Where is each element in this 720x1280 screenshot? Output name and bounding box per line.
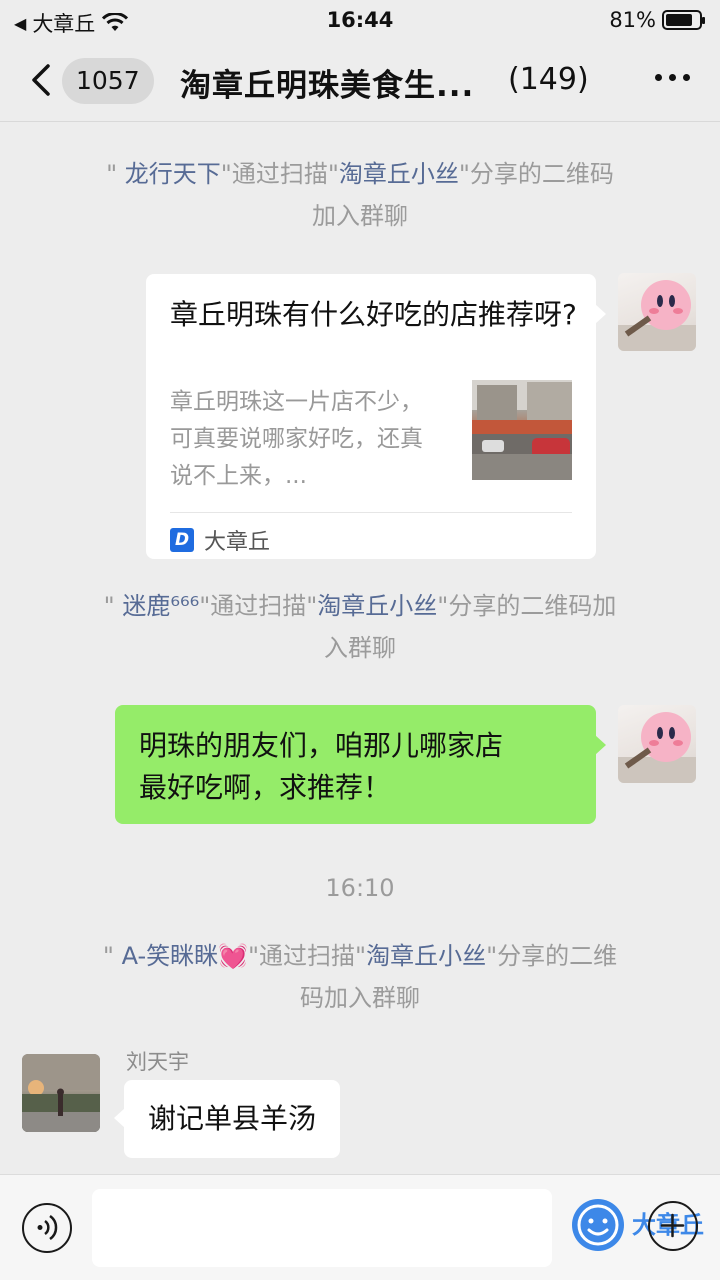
- my-avatar[interactable]: [618, 705, 696, 783]
- message-line: 明珠的朋友们，咱那儿哪家店: [139, 729, 504, 762]
- system-join-message: " A-笑眯眯💓"通过扫描"淘章丘小丝"分享的二维 码加入群聊: [40, 935, 680, 1019]
- battery-percent: 81%: [609, 8, 656, 32]
- join-text: "通过扫描": [248, 942, 367, 970]
- back-arrow-icon[interactable]: [22, 60, 62, 100]
- quote: ": [103, 592, 115, 620]
- card-title: 章丘明珠有什么好吃的店推荐呀?: [170, 298, 577, 331]
- join-text-line2: 码加入群聊: [300, 984, 420, 1012]
- kirby-avatar-icon: [618, 280, 696, 351]
- voice-icon[interactable]: [22, 1203, 72, 1253]
- member-name-link[interactable]: 龙行天下: [125, 160, 221, 188]
- status-battery-group: 81%: [609, 8, 705, 32]
- system-join-message: " 龙行天下"通过扫描"淘章丘小丝"分享的二维码 加入群聊: [40, 153, 680, 237]
- street-photo-icon: [472, 380, 572, 480]
- join-text-line2: 入群聊: [324, 634, 396, 662]
- incoming-message-bubble[interactable]: 谢记单县羊汤: [113, 1080, 341, 1158]
- qr-owner-link[interactable]: 淘章丘小丝: [317, 592, 437, 620]
- card-thumbnail: [472, 380, 572, 480]
- qr-owner-link[interactable]: 淘章丘小丝: [366, 942, 486, 970]
- voice-wave-icon: [37, 1214, 58, 1241]
- member-name-link[interactable]: A-笑眯眯💓: [122, 942, 248, 970]
- article-card[interactable]: 章丘明珠有什么好吃的店推荐呀? 章丘明珠这一片店不少，可真要说哪家好吃，还真说不…: [146, 274, 606, 559]
- park-photo-icon: [22, 1054, 100, 1132]
- emoji-icon[interactable]: [572, 1199, 624, 1251]
- join-text-tail: "分享的二维: [486, 942, 618, 970]
- sender-name: 刘天宇: [126, 1050, 189, 1074]
- join-text-line2: 加入群聊: [312, 202, 408, 230]
- card-description: 章丘明珠这一片店不少，可真要说哪家好吃，还真说不上来，...: [170, 389, 423, 489]
- more-icon[interactable]: [655, 74, 690, 81]
- input-bar: 大章丘: [0, 1174, 720, 1280]
- quote: ": [102, 942, 114, 970]
- card-source-name: 大章丘: [204, 530, 271, 555]
- card-divider: [170, 512, 572, 513]
- smile-face-icon: [577, 1204, 619, 1246]
- kirby-avatar-icon: [618, 712, 696, 783]
- join-text-tail: "分享的二维码: [458, 160, 614, 188]
- qr-owner-link[interactable]: 淘章丘小丝: [339, 160, 459, 188]
- quote: ": [106, 160, 118, 188]
- plus-sign-icon: [660, 1213, 685, 1238]
- join-text: "通过扫描": [199, 592, 318, 620]
- chat-header: 1057 淘章丘明珠美食生... (149): [0, 40, 720, 122]
- message-timestamp: 16:10: [325, 874, 395, 902]
- plus-icon[interactable]: [648, 1201, 698, 1251]
- system-join-message: " 迷鹿⁶⁶⁶"通过扫描"淘章丘小丝"分享的二维码加 入群聊: [40, 585, 680, 669]
- join-text-tail: "分享的二维码加: [437, 592, 617, 620]
- join-text: "通过扫描": [220, 160, 339, 188]
- unread-count-badge[interactable]: 1057: [62, 58, 154, 104]
- battery-fill: [666, 14, 692, 26]
- my-avatar[interactable]: [618, 273, 696, 351]
- message-line: 最好吃啊，求推荐！: [139, 771, 392, 804]
- battery-icon: [662, 10, 705, 30]
- message-input[interactable]: [92, 1189, 552, 1267]
- card-source: D 大章丘: [170, 524, 270, 556]
- member-name-link[interactable]: 迷鹿⁶⁶⁶: [122, 592, 199, 620]
- sender-avatar[interactable]: [22, 1054, 100, 1132]
- source-logo-icon: D: [170, 528, 194, 552]
- chat-title: 淘章丘明珠美食生...: [180, 68, 475, 104]
- member-count: (149): [508, 62, 589, 97]
- status-bar: ◀ 大章丘 16:44 81%: [0, 0, 720, 40]
- my-message-bubble[interactable]: 明珠的朋友们，咱那儿哪家店 最好吃啊，求推荐！: [115, 705, 606, 824]
